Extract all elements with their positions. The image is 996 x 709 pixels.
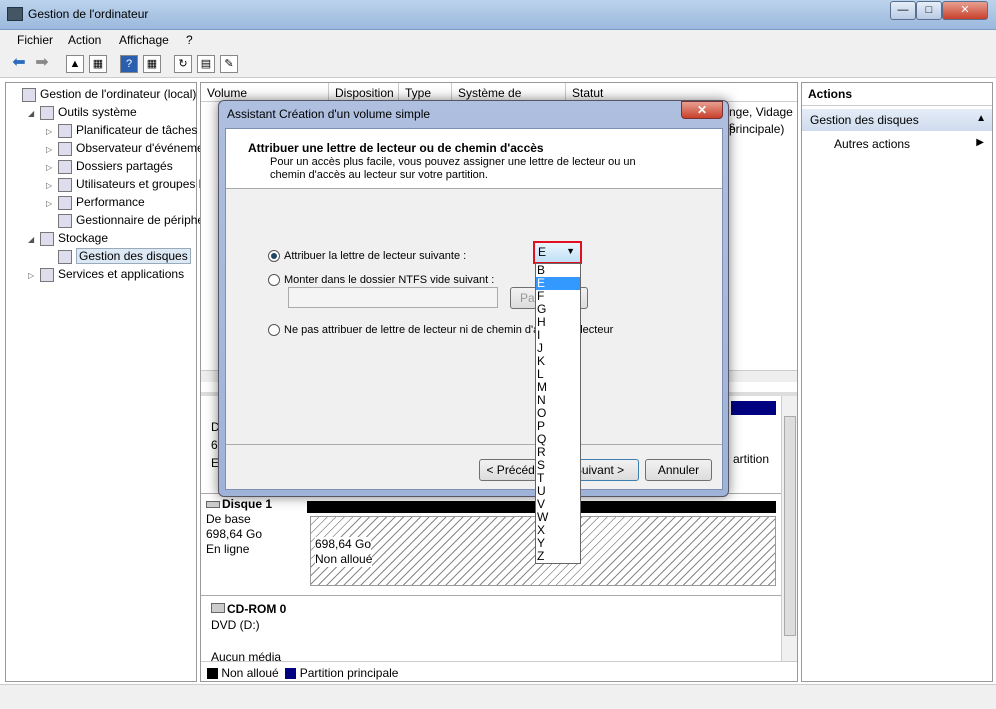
tree-node-icon [40, 231, 54, 246]
tree-item[interactable]: ▷ Services et applications [28, 265, 184, 283]
wizard-description: Pour un accès plus facile, vous pouvez a… [270, 156, 636, 181]
tree-item[interactable]: ▷ Performance [46, 193, 145, 211]
help-icon[interactable]: ? [120, 55, 138, 73]
tree-item-label: Planificateur de tâches [76, 123, 198, 137]
expand-icon[interactable]: ▷ [28, 267, 40, 285]
tree-item-label: Services et applications [58, 267, 185, 281]
tree-node-icon [22, 87, 36, 102]
partition-bar [731, 401, 776, 415]
vertical-scrollbar[interactable] [781, 396, 797, 661]
tree-node-icon [58, 159, 72, 174]
radio-mount-folder[interactable]: Monter dans le dossier NTFS vide suivant… [268, 272, 494, 286]
tree-item-label: Gestion de l'ordinateur (local) [40, 87, 197, 101]
wizard-heading: Attribuer une lettre de lecteur ou de ch… [248, 141, 544, 155]
folder-path-input[interactable] [288, 287, 498, 308]
toolbar: ⬅ ➡ ▲ ▦ ? ▦ ↻ ▤ ✎ [0, 51, 996, 78]
submenu-arrow-icon: ▶ [976, 137, 984, 148]
menu-affichage[interactable]: Affichage [119, 33, 169, 47]
radio-assign-letter[interactable]: Attribuer la lettre de lecteur suivante … [268, 248, 466, 262]
tree-item[interactable]: Gestionnaire de périphé [46, 211, 204, 229]
disk1-info[interactable]: Disque 1 De base 698,64 Go En ligne [206, 497, 304, 593]
window-title: Gestion de l'ordinateur [28, 7, 149, 21]
tree-item-label: Stockage [58, 231, 109, 245]
tree-item-label: Gestion des disques [76, 248, 191, 264]
drive-letter-select[interactable]: E ▼ [533, 241, 582, 264]
status-bar [0, 684, 996, 709]
expand-icon[interactable]: ◢ [28, 105, 40, 123]
refresh-icon[interactable]: ↻ [174, 55, 192, 73]
disk-icon [206, 501, 220, 508]
action-pane-icon[interactable]: ▦ [143, 55, 161, 73]
tree-item-label: Performance [76, 195, 145, 209]
wizard-header: Attribuer une lettre de lecteur ou de ch… [226, 129, 722, 189]
tree-item[interactable]: ◢ Outils système [28, 103, 137, 121]
settings-icon[interactable]: ✎ [220, 55, 238, 73]
tree-item[interactable]: Gestion de l'ordinateur (local) [10, 85, 196, 103]
app-icon [7, 7, 23, 21]
tree-item[interactable]: ▷ Observateur d'événeme [46, 139, 204, 157]
drive-letter-option[interactable]: H [536, 316, 580, 329]
tree-node-icon [58, 213, 72, 228]
expand-icon[interactable]: ◢ [28, 231, 40, 249]
tree-node-icon [58, 123, 72, 138]
tree-node-icon [58, 177, 72, 192]
console-tree-icon[interactable]: ▦ [89, 55, 107, 73]
tree-item-label: Observateur d'événeme [76, 141, 204, 155]
cancel-button[interactable]: Annuler [645, 459, 712, 481]
title-bar: Gestion de l'ordinateur — □ ✕ [0, 0, 996, 30]
tree-item-label: Outils système [58, 105, 137, 119]
legend: Non alloué Partition principale [201, 661, 797, 681]
back-arrow-icon[interactable]: ⬅ [10, 55, 28, 73]
drive-letter-option[interactable]: Z [536, 550, 580, 563]
chevron-down-icon: ▼ [566, 246, 575, 256]
scrollbar-thumb[interactable] [784, 416, 796, 636]
legend-swatch-primary [285, 668, 297, 680]
minimize-button[interactable]: — [890, 1, 916, 20]
tree-item-label: Dossiers partagés [76, 159, 173, 173]
tree-node-icon [40, 105, 54, 120]
close-button[interactable]: ✕ [942, 1, 988, 20]
legend-swatch-unallocated [207, 668, 218, 680]
radio-button-checked[interactable] [268, 249, 280, 262]
tree-node-icon [58, 249, 72, 264]
up-folder-icon[interactable]: ▲ [66, 55, 84, 73]
menu-fichier[interactable]: Fichier [17, 33, 53, 47]
cdrom-info[interactable]: CD-ROM 0 DVD (D:) Aucun média [211, 601, 286, 665]
tree-item[interactable]: ◢ Stockage [28, 229, 108, 247]
tree-item[interactable]: ▷ Utilisateurs et groupes l [46, 175, 201, 193]
partition-fragment: artition [733, 452, 770, 466]
actions-section[interactable]: Gestion des disques ▲ [802, 109, 992, 131]
drive-letter-list: BEFGHIJKLMNOPQRSTUVWXYZ [535, 263, 581, 564]
menu-bar: Fichier Action Affichage ? [0, 30, 996, 51]
tree-node-icon [58, 141, 72, 156]
other-actions[interactable]: Autres actions ▶ [802, 131, 992, 157]
console-tree: Gestion de l'ordinateur (local) ◢ Outils s… [5, 82, 204, 682]
dialog-close-button[interactable]: ✕ [681, 101, 723, 119]
properties-icon[interactable]: ▤ [197, 55, 215, 73]
menu-help[interactable]: ? [186, 33, 193, 47]
tree-item-label: Gestionnaire de périphé [76, 213, 205, 227]
list-row-fragment: principale) [729, 122, 785, 136]
collapse-icon[interactable]: ▲ [976, 113, 986, 124]
tree-node-icon [40, 267, 54, 282]
tree-item[interactable]: ▷ Dossiers partagés [46, 157, 173, 175]
dialog-title: Assistant Création d'un volume simple [227, 107, 431, 121]
forward-arrow-icon[interactable]: ➡ [33, 55, 51, 73]
tree-item-label: Utilisateurs et groupes l [76, 177, 202, 191]
menu-action[interactable]: Action [68, 33, 101, 47]
cdrom-icon [211, 603, 225, 613]
maximize-button[interactable]: □ [916, 1, 942, 20]
radio-button[interactable] [268, 323, 280, 336]
tree-item[interactable]: ▷ Planificateur de tâches [46, 121, 197, 139]
wizard-dialog: Assistant Création d'un volume simple ✕ … [218, 100, 729, 497]
actions-pane: Actions Gestion des disques ▲ Autres acti… [801, 82, 993, 682]
tree-item[interactable]: Gestion des disques [46, 247, 191, 265]
actions-title: Actions [802, 83, 992, 106]
tree-node-icon [58, 195, 72, 210]
radio-button[interactable] [268, 273, 280, 286]
